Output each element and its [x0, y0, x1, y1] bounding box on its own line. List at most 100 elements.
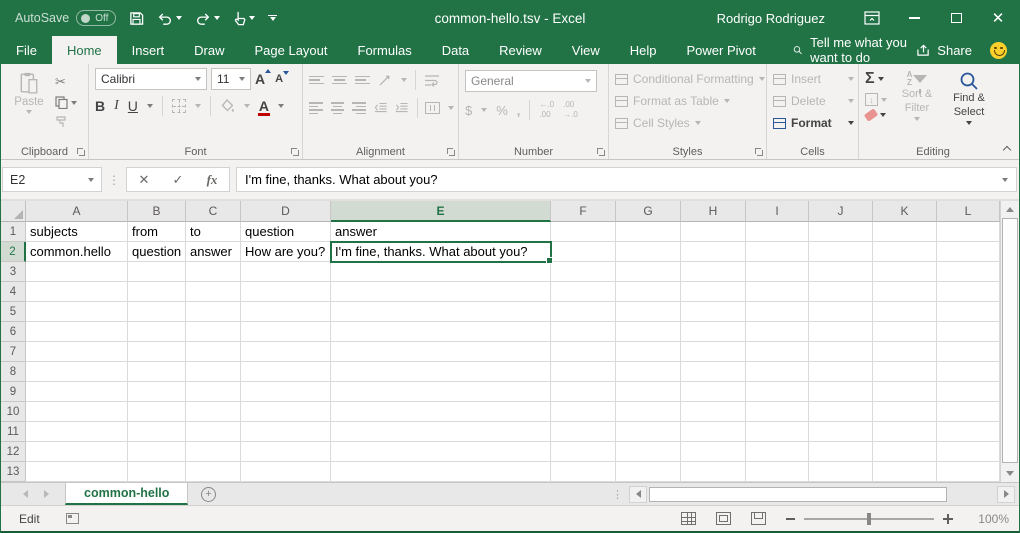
column-header-A[interactable]: A — [26, 201, 128, 222]
horizontal-scroll-track[interactable] — [949, 487, 995, 502]
cell-C12[interactable] — [186, 442, 241, 462]
row-header-4[interactable]: 4 — [1, 282, 26, 302]
format-cells-button[interactable]: Format — [773, 112, 854, 134]
delete-cells-button[interactable]: Delete — [773, 90, 854, 112]
tab-review[interactable]: Review — [484, 36, 557, 64]
name-box[interactable]: E2 — [2, 167, 102, 192]
cell-A3[interactable] — [26, 262, 128, 282]
tab-view[interactable]: View — [557, 36, 615, 64]
font-dialog-launcher[interactable] — [290, 147, 300, 157]
clear-dropdown[interactable] — [880, 113, 886, 117]
cell-L11[interactable] — [937, 422, 1000, 442]
cell-K2[interactable] — [873, 242, 937, 262]
collapse-ribbon-button[interactable] — [1003, 145, 1011, 153]
cell-L1[interactable] — [937, 222, 1000, 242]
align-center-button[interactable] — [331, 102, 345, 114]
cell-F1[interactable] — [551, 222, 616, 242]
cell-F9[interactable] — [551, 382, 616, 402]
cell-I3[interactable] — [746, 262, 809, 282]
decrease-decimal-button[interactable]: .00→.0 — [563, 100, 578, 119]
cell-K11[interactable] — [873, 422, 937, 442]
cell-L7[interactable] — [937, 342, 1000, 362]
user-name[interactable]: Rodrigo Rodriguez — [717, 11, 825, 26]
cell-D8[interactable] — [241, 362, 331, 382]
cell-E12[interactable] — [331, 442, 551, 462]
row-header-3[interactable]: 3 — [1, 262, 26, 282]
cell-F13[interactable] — [551, 462, 616, 482]
new-sheet-button[interactable]: + — [188, 483, 228, 505]
row-header-9[interactable]: 9 — [1, 382, 26, 402]
cell-E8[interactable] — [331, 362, 551, 382]
cell-K13[interactable] — [873, 462, 937, 482]
cell-A7[interactable] — [26, 342, 128, 362]
cell-I8[interactable] — [746, 362, 809, 382]
cell-B1[interactable]: from — [128, 222, 186, 242]
column-header-D[interactable]: D — [241, 201, 331, 222]
paste-button[interactable]: Paste — [7, 68, 51, 143]
cell-H7[interactable] — [681, 342, 746, 362]
cell-L4[interactable] — [937, 282, 1000, 302]
previous-sheet-button[interactable] — [23, 490, 28, 498]
scroll-right-button[interactable] — [997, 486, 1015, 503]
cell-G6[interactable] — [616, 322, 681, 342]
tab-file[interactable]: File — [1, 36, 52, 64]
cell-D13[interactable] — [241, 462, 331, 482]
tab-insert[interactable]: Insert — [117, 36, 180, 64]
cell-B12[interactable] — [128, 442, 186, 462]
column-header-H[interactable]: H — [681, 201, 746, 222]
row-header-13[interactable]: 13 — [1, 462, 26, 482]
cell-E13[interactable] — [331, 462, 551, 482]
customize-qat-button[interactable] — [268, 15, 277, 22]
cell-F3[interactable] — [551, 262, 616, 282]
cell-E3[interactable] — [331, 262, 551, 282]
cell-H11[interactable] — [681, 422, 746, 442]
undo-button[interactable] — [157, 11, 182, 25]
cell-G10[interactable] — [616, 402, 681, 422]
cell-E11[interactable] — [331, 422, 551, 442]
undo-dropdown[interactable] — [176, 16, 182, 20]
cell-I6[interactable] — [746, 322, 809, 342]
cell-D11[interactable] — [241, 422, 331, 442]
cell-K9[interactable] — [873, 382, 937, 402]
merge-center-button[interactable] — [425, 102, 440, 114]
cell-D3[interactable] — [241, 262, 331, 282]
cell-E1[interactable]: answer — [331, 222, 551, 242]
wrap-text-button[interactable] — [424, 74, 440, 87]
cell-F11[interactable] — [551, 422, 616, 442]
sheet-tab-common-hello[interactable]: common-hello — [65, 483, 188, 505]
cell-B6[interactable] — [128, 322, 186, 342]
row-header-2[interactable]: 2 — [1, 242, 26, 262]
cell-B7[interactable] — [128, 342, 186, 362]
cell-E9[interactable] — [331, 382, 551, 402]
autosave-switch[interactable]: Off — [76, 10, 116, 26]
cell-E10[interactable] — [331, 402, 551, 422]
cell-F12[interactable] — [551, 442, 616, 462]
cancel-button[interactable]: ✕ — [127, 172, 161, 188]
paste-dropdown[interactable] — [26, 110, 32, 114]
clipboard-dialog-launcher[interactable] — [76, 147, 86, 157]
cell-G9[interactable] — [616, 382, 681, 402]
select-all-corner[interactable] — [1, 201, 26, 222]
cell-H4[interactable] — [681, 282, 746, 302]
cell-F6[interactable] — [551, 322, 616, 342]
comma-style-button[interactable]: , — [517, 103, 521, 118]
cell-L10[interactable] — [937, 402, 1000, 422]
align-right-button[interactable] — [352, 102, 366, 114]
cell-C13[interactable] — [186, 462, 241, 482]
conditional-formatting-button[interactable]: Conditional Formatting — [615, 68, 762, 90]
macro-recording-button[interactable] — [66, 513, 79, 524]
bold-button[interactable]: B — [95, 98, 105, 114]
cell-D10[interactable] — [241, 402, 331, 422]
cell-K5[interactable] — [873, 302, 937, 322]
redo-dropdown[interactable] — [214, 16, 220, 20]
sort-filter-button[interactable]: AZ Sort & Filter — [895, 68, 939, 143]
cell-G2[interactable] — [616, 242, 681, 262]
cell-L6[interactable] — [937, 322, 1000, 342]
cell-H10[interactable] — [681, 402, 746, 422]
cell-L12[interactable] — [937, 442, 1000, 462]
percent-style-button[interactable]: % — [496, 103, 508, 118]
close-button[interactable]: ✕ — [977, 0, 1019, 36]
cell-B9[interactable] — [128, 382, 186, 402]
column-header-G[interactable]: G — [616, 201, 681, 222]
cell-K10[interactable] — [873, 402, 937, 422]
